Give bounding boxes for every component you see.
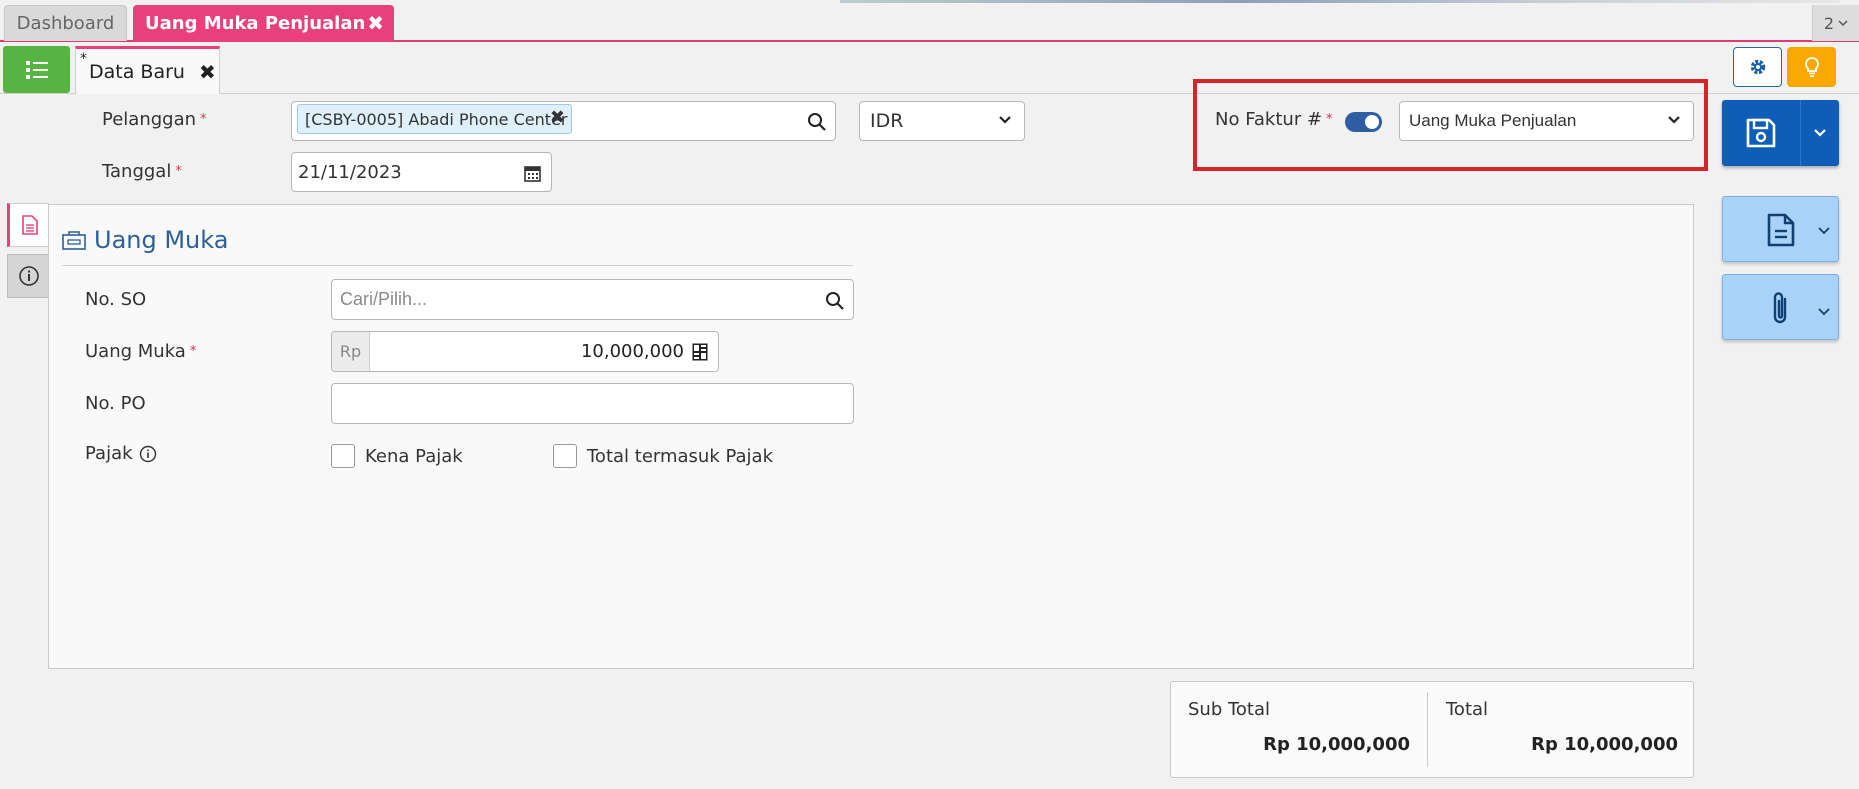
uang-muka-label: Uang Muka * [85,341,196,362]
no-po-label: No. PO [85,393,146,414]
sub-total-value: Rp 10,000,000 [1263,734,1410,755]
list-view-button[interactable] [3,46,70,93]
label-text: Uang Muka [85,341,186,362]
search-icon[interactable] [807,112,827,132]
tab-detail[interactable] [7,203,49,247]
cash-icon [62,231,86,250]
uang-muka-amount-input[interactable]: Rp 10,000,000 [331,331,719,372]
paperclip-icon [1773,292,1787,324]
chevron-down-icon [1668,116,1680,124]
total-value: Rp 10,000,000 [1531,734,1678,755]
tab-data-baru[interactable]: * Data Baru ✖ [75,46,220,94]
search-icon[interactable] [825,291,845,311]
currency-select[interactable]: IDR [859,101,1025,141]
checkbox-label: Total termasuk Pajak [587,445,774,467]
required-mark: * [200,112,207,127]
tab-uang-muka-penjualan[interactable]: Uang Muka Penjualan ✖ [133,5,394,42]
chevron-down-icon [999,116,1011,124]
remove-chip-icon[interactable]: ✖ [550,107,565,128]
chevron-down-icon [1818,308,1830,316]
total-termasuk-pajak-option[interactable]: Total termasuk Pajak [553,444,773,468]
amount-value: 10,000,000 [580,341,684,362]
divider [62,265,853,266]
list-icon [25,60,48,79]
sub-total-label: Sub Total [1188,699,1271,720]
save-button[interactable] [1722,100,1800,166]
gear-icon [1750,59,1765,75]
settings-button[interactable] [1733,47,1782,87]
chevron-down-icon [1838,20,1848,27]
chevron-down-icon [1818,227,1830,235]
selected-customer-chip: [CSBY-0005] Abadi Phone Center ✖ [297,104,572,134]
unsaved-marker: * [80,51,87,67]
save-button-group [1722,100,1839,166]
no-faktur-type-select[interactable]: Uang Muka Penjualan [1399,101,1694,141]
kena-pajak-checkbox[interactable] [331,444,355,468]
no-po-input[interactable] [331,383,854,424]
uang-muka-panel [48,204,1694,669]
label-text: No Faktur # [1215,109,1323,130]
select-value: Uang Muka Penjualan [1409,111,1577,130]
calendar-icon[interactable] [524,164,541,182]
close-icon[interactable]: ✖ [199,60,216,84]
date-value: 21/11/2023 [298,161,402,183]
tab-count: 2 [1823,13,1835,33]
attachment-button[interactable] [1722,274,1839,340]
info-icon[interactable] [139,445,157,463]
document-icon [1767,213,1795,247]
pelanggan-label: Pelanggan * [102,109,207,130]
calculator-icon[interactable] [692,343,708,361]
required-mark: * [175,164,182,179]
tab-dashboard[interactable]: Dashboard [4,5,127,41]
auto-number-toggle[interactable] [1345,112,1382,132]
document-icon [21,215,38,235]
tab-info[interactable] [7,254,49,298]
header-decoration [840,0,1840,3]
panel-title: Uang Muka [62,226,228,254]
total-label: Total [1446,699,1489,720]
placeholder-text: Cari/Pilih... [340,289,428,309]
checkbox-label: Kena Pajak [365,445,463,467]
required-mark: * [189,344,197,359]
floppy-disk-icon [1746,118,1776,148]
kena-pajak-option[interactable]: Kena Pajak [331,444,463,468]
label-text: Pelanggan [102,109,197,130]
tanggal-label: Tanggal * [102,161,182,182]
no-faktur-label: No Faktur # * [1215,109,1333,130]
tanggal-date-input[interactable]: 21/11/2023 [291,152,552,192]
totals-box: Sub Total Rp 10,000,000 Total Rp 10,000,… [1170,681,1694,778]
pajak-label: Pajak [85,443,157,464]
tab-label: Uang Muka Penjualan [145,13,366,34]
no-so-label: No. SO [85,289,147,310]
tips-button[interactable] [1787,47,1836,87]
tab-label: Data Baru [89,60,185,83]
currency-value: IDR [870,110,904,132]
save-options-dropdown[interactable] [1801,100,1839,166]
lightbulb-icon [1804,57,1819,77]
close-icon[interactable]: ✖ [367,11,384,35]
no-so-search-input[interactable]: Cari/Pilih... [331,279,854,320]
info-icon [18,266,39,286]
required-mark: * [1326,112,1333,127]
label-text: Tanggal [102,161,172,182]
divider [1427,692,1428,767]
panel-title-text: Uang Muka [94,226,229,254]
print-document-button[interactable] [1722,196,1839,262]
chip-label: [CSBY-0005] Abadi Phone Center [305,109,568,129]
chevron-down-icon [1814,129,1826,137]
tab-overflow-dropdown[interactable]: 2 [1812,5,1859,41]
currency-prefix: Rp [332,332,370,371]
label-text: Pajak [85,443,133,464]
total-termasuk-pajak-checkbox[interactable] [553,444,577,468]
